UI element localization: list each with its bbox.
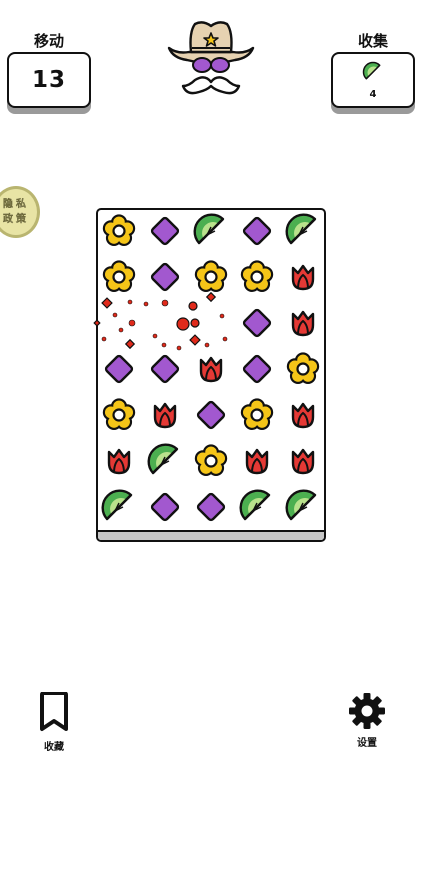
moves-label: 移动 [33, 32, 64, 50]
flower-piece-icon[interactable] [101, 397, 137, 433]
empty-cell[interactable] [101, 305, 137, 341]
diamond-piece-icon[interactable] [239, 351, 275, 387]
tulip-piece-icon[interactable] [285, 443, 321, 479]
diamond-piece-icon[interactable] [147, 213, 183, 249]
lime-slice-icon [362, 61, 384, 87]
goal-label: 收集 [357, 32, 388, 50]
tulip-piece-icon[interactable] [285, 259, 321, 295]
diamond-piece-icon[interactable] [193, 489, 229, 525]
bookmark-icon [24, 692, 84, 732]
empty-cell[interactable] [147, 305, 183, 341]
goal-counter: 4 [331, 52, 415, 108]
tulip-piece-icon[interactable] [285, 305, 321, 341]
tulip-piece-icon[interactable] [239, 443, 275, 479]
tulip-piece-icon[interactable] [101, 443, 137, 479]
flower-piece-icon[interactable] [239, 259, 275, 295]
flower-piece-icon[interactable] [285, 351, 321, 387]
diamond-piece-icon[interactable] [101, 351, 137, 387]
flower-piece-icon[interactable] [101, 213, 137, 249]
lime-piece-icon[interactable] [193, 213, 229, 249]
diamond-piece-icon[interactable] [147, 489, 183, 525]
lime-piece-icon[interactable] [285, 213, 321, 249]
board-ledge [98, 530, 324, 540]
game-board [96, 208, 326, 542]
collect-label: 收藏 [44, 742, 64, 753]
lime-piece-icon[interactable] [285, 489, 321, 525]
tulip-piece-icon[interactable] [147, 397, 183, 433]
tulip-piece-icon[interactable] [193, 351, 229, 387]
diamond-piece-icon[interactable] [147, 259, 183, 295]
goal-count: 4 [369, 88, 377, 100]
diamond-piece-icon[interactable] [239, 213, 275, 249]
privacy-policy-button[interactable]: 隐私政策 [0, 186, 40, 238]
privacy-policy-label: 隐私政策 [3, 199, 29, 225]
lime-piece-icon[interactable] [147, 443, 183, 479]
settings-label: 设置 [357, 738, 377, 749]
flower-piece-icon[interactable] [101, 259, 137, 295]
lime-piece-icon[interactable] [101, 489, 137, 525]
settings-button[interactable]: 设置 [337, 692, 397, 749]
flower-piece-icon[interactable] [239, 397, 275, 433]
moves-counter: 13 [7, 52, 91, 108]
diamond-piece-icon[interactable] [147, 351, 183, 387]
tulip-piece-icon[interactable] [285, 397, 321, 433]
cowboy-mascot-icon [165, 14, 257, 108]
collect-button[interactable]: 收藏 [24, 692, 84, 753]
moves-value: 13 [31, 67, 66, 93]
diamond-piece-icon[interactable] [239, 305, 275, 341]
flower-piece-icon[interactable] [193, 443, 229, 479]
empty-cell[interactable] [193, 305, 229, 341]
gear-icon [337, 692, 397, 730]
diamond-piece-icon[interactable] [193, 397, 229, 433]
lime-piece-icon[interactable] [239, 489, 275, 525]
flower-piece-icon[interactable] [193, 259, 229, 295]
